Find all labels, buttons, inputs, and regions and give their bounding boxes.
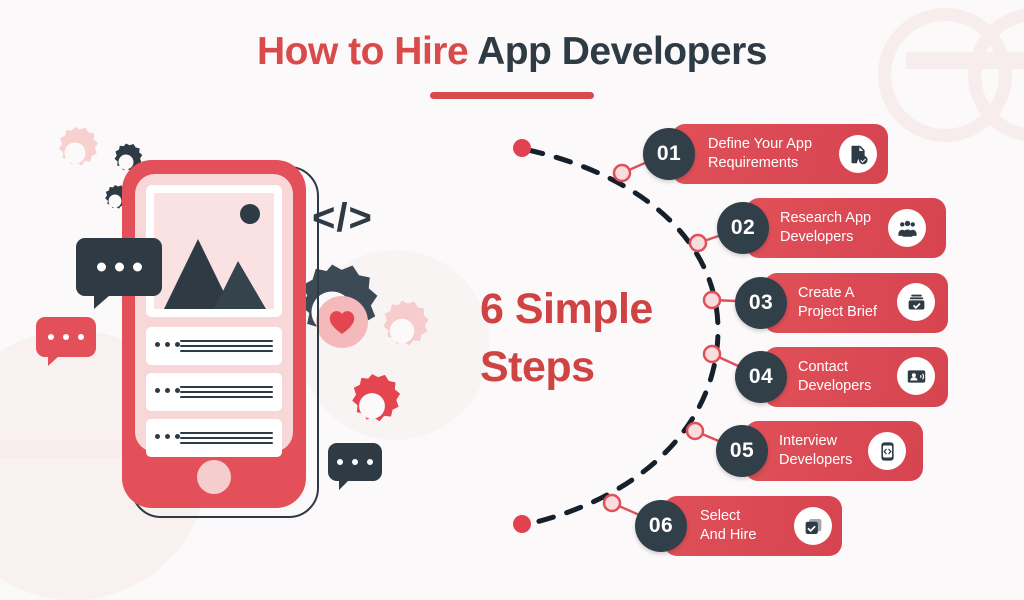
arc-node-5 [685,421,705,441]
step-number-03[interactable]: 03 [735,277,787,329]
arc-node-6 [602,493,622,513]
briefcase-check-icon[interactable] [897,283,935,321]
contact-card-icon-glyph [907,369,925,383]
step-number-01[interactable]: 01 [643,128,695,180]
arc-node-2 [688,233,708,253]
phone-code-icon[interactable] [868,432,906,470]
step-label-01: Define Your App Requirements [708,135,813,171]
checkbox-stack-icon-glyph [805,518,821,534]
document-check-icon[interactable] [839,135,877,173]
contact-card-icon[interactable] [897,357,935,395]
step-number-02[interactable]: 02 [717,202,769,254]
people-group-icon[interactable] [888,209,926,247]
step-label-04: Contact Developers [798,358,872,394]
step-label-02: Research App Developers [780,209,872,245]
step-number-05-text: 05 [729,439,755,462]
briefcase-check-icon-glyph [908,294,924,309]
step-number-04[interactable]: 04 [735,351,787,403]
step-number-06-text: 06 [648,514,674,537]
step-number-05[interactable]: 05 [716,425,768,477]
phone-code-icon-glyph [880,441,894,461]
arc-node-4 [702,344,722,364]
step-label-05: Interview Developers [779,432,853,468]
dashed-arc-path [525,147,721,527]
arc-endpoint-bottom [513,515,531,533]
arc-node-1 [612,163,632,183]
people-group-icon-glyph [897,220,917,237]
checkbox-stack-icon[interactable] [794,507,832,545]
arc-endpoint-top [513,139,531,157]
infographic-canvas: How to Hire App Developers 6 Simple Step… [0,0,1024,600]
step-number-06[interactable]: 06 [635,500,687,552]
document-check-icon-glyph [851,145,868,164]
arc-node-3 [702,290,722,310]
step-number-03-text: 03 [748,291,774,314]
step-label-03: Create A Project Brief [798,284,877,320]
step-label-06: Select And Hire [700,507,757,543]
step-number-01-text: 01 [656,142,682,165]
step-number-04-text: 04 [748,365,774,388]
step-number-02-text: 02 [730,216,756,239]
